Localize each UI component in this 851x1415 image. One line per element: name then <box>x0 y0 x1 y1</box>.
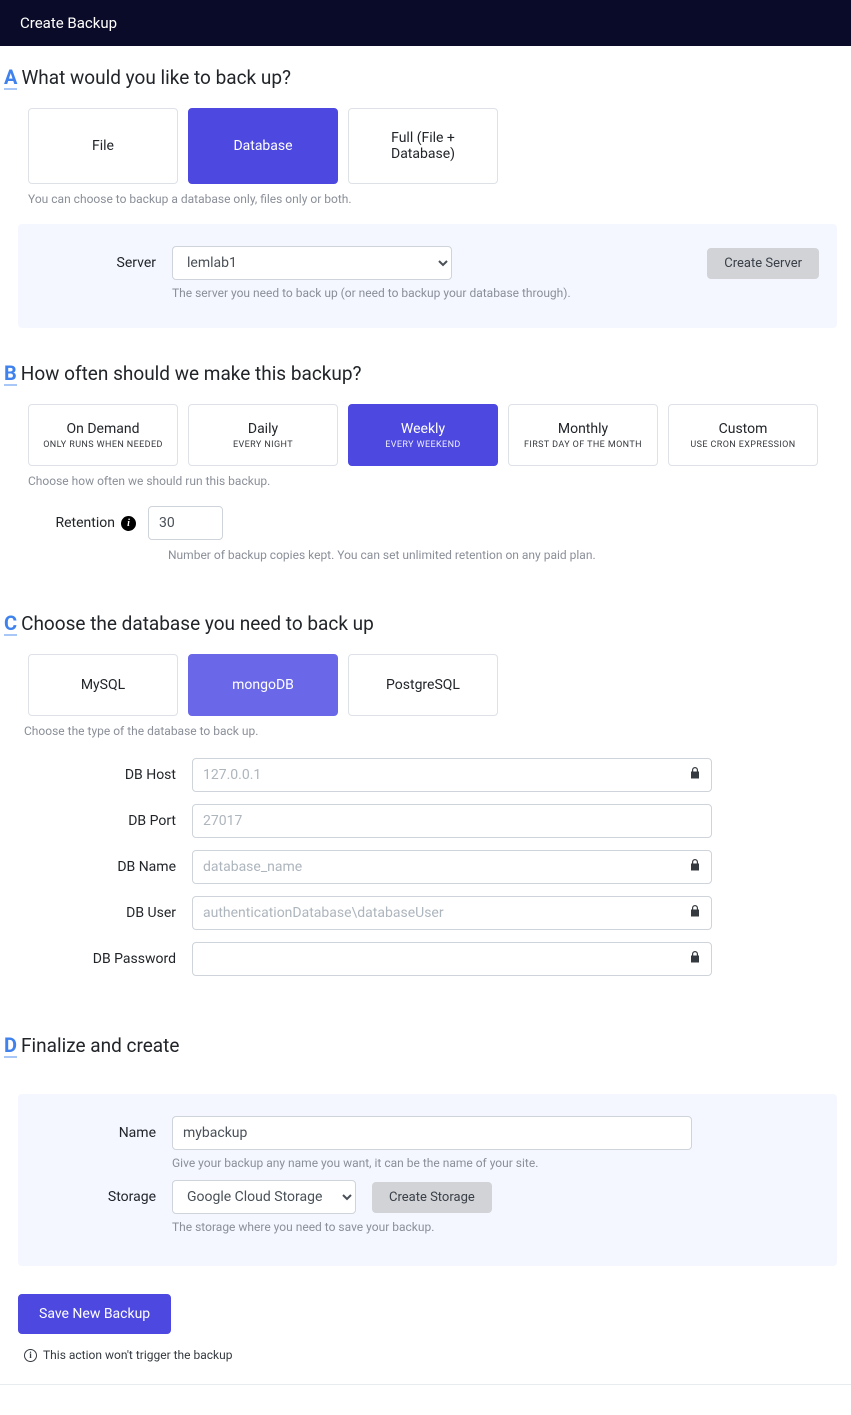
freq-custom-title: Custom <box>719 421 768 437</box>
backup-type-full[interactable]: Full (File + Database) <box>348 108 498 184</box>
retention-label: Retention <box>56 515 116 531</box>
retention-input[interactable] <box>148 506 223 540</box>
storage-select[interactable]: Google Cloud Storage <box>172 1180 356 1214</box>
server-panel: Server lemlab1 Create Server The server … <box>18 224 837 328</box>
db-postgresql[interactable]: PostgreSQL <box>348 654 498 716</box>
freq-custom-sub: USE CRON EXPRESSION <box>690 440 795 450</box>
db-user-label: DB User <box>36 905 176 921</box>
freq-daily-sub: EVERY NIGHT <box>233 440 293 450</box>
freq-weekly[interactable]: Weekly EVERY WEEKEND <box>348 404 498 466</box>
step-letter-d: D <box>4 1035 17 1058</box>
page-title: Create Backup <box>20 14 117 32</box>
db-name-input[interactable] <box>192 850 712 884</box>
server-select[interactable]: lemlab1 <box>172 246 452 280</box>
freq-daily[interactable]: Daily EVERY NIGHT <box>188 404 338 466</box>
server-label: Server <box>36 255 156 271</box>
step-letter-b: B <box>4 363 17 386</box>
backup-type-full-label: Full (File + Database) <box>359 130 487 162</box>
storage-helper: The storage where you need to save your … <box>172 1220 819 1234</box>
retention-helper: Number of backup copies kept. You can se… <box>168 548 851 562</box>
backup-type-file[interactable]: File <box>28 108 178 184</box>
backup-type-database[interactable]: Database <box>188 108 338 184</box>
server-helper: The server you need to back up (or need … <box>172 286 819 300</box>
section-b-heading: How often should we make this backup? <box>21 362 362 385</box>
section-d-title: D Finalize and create <box>0 1028 851 1076</box>
backup-type-file-label: File <box>92 138 114 154</box>
section-backup-type: A What would you like to back up? File D… <box>0 46 851 328</box>
database-helper: Choose the type of the database to back … <box>0 716 851 738</box>
db-password-label: DB Password <box>36 951 176 967</box>
db-user-input[interactable] <box>192 896 712 930</box>
backup-name-helper: Give your backup any name you want, it c… <box>172 1156 819 1170</box>
backup-name-input[interactable] <box>172 1116 692 1150</box>
section-d-heading: Finalize and create <box>21 1034 179 1057</box>
page-header: Create Backup <box>0 0 851 46</box>
create-storage-button[interactable]: Create Storage <box>372 1182 492 1213</box>
db-postgresql-label: PostgreSQL <box>386 677 460 693</box>
info-icon[interactable]: i <box>121 516 136 531</box>
db-name-label: DB Name <box>36 859 176 875</box>
section-c-heading: Choose the database you need to back up <box>21 612 374 635</box>
freq-ondemand-title: On Demand <box>67 421 140 437</box>
freq-daily-title: Daily <box>248 421 278 437</box>
db-mysql-label: MySQL <box>81 677 125 693</box>
db-port-label: DB Port <box>36 813 176 829</box>
step-letter-c: C <box>4 613 17 636</box>
finalize-panel: Name Give your backup any name you want,… <box>18 1094 837 1266</box>
db-host-label: DB Host <box>36 767 176 783</box>
db-mongodb[interactable]: mongoDB <box>188 654 338 716</box>
frequency-helper: Choose how often we should run this back… <box>0 466 851 488</box>
backup-name-label: Name <box>36 1125 156 1141</box>
freq-ondemand[interactable]: On Demand ONLY RUNS WHEN NEEDED <box>28 404 178 466</box>
section-database: C Choose the database you need to back u… <box>0 572 851 994</box>
section-frequency: B How often should we make this backup? … <box>0 328 851 562</box>
section-b-title: B How often should we make this backup? <box>0 356 851 404</box>
section-finalize: D Finalize and create Name Give your bac… <box>0 994 851 1266</box>
storage-label: Storage <box>36 1189 156 1205</box>
freq-monthly-sub: FIRST DAY OF THE MONTH <box>524 440 642 450</box>
freq-weekly-sub: EVERY WEEKEND <box>385 440 460 450</box>
save-backup-button[interactable]: Save New Backup <box>18 1294 171 1334</box>
freq-custom[interactable]: Custom USE CRON EXPRESSION <box>668 404 818 466</box>
freq-ondemand-sub: ONLY RUNS WHEN NEEDED <box>43 440 163 450</box>
freq-weekly-title: Weekly <box>401 421 445 437</box>
section-a-heading: What would you like to back up? <box>21 66 291 89</box>
db-mongodb-label: mongoDB <box>232 677 294 693</box>
backup-type-helper: You can choose to backup a database only… <box>0 184 851 206</box>
freq-monthly-title: Monthly <box>558 421 608 437</box>
freq-monthly[interactable]: Monthly FIRST DAY OF THE MONTH <box>508 404 658 466</box>
step-letter-a: A <box>4 67 17 90</box>
db-password-input[interactable] <box>192 942 712 976</box>
info-circle-icon: i <box>24 1349 37 1362</box>
section-c-title: C Choose the database you need to back u… <box>0 606 851 654</box>
db-mysql[interactable]: MySQL <box>28 654 178 716</box>
save-note: This action won't trigger the backup <box>43 1348 233 1362</box>
db-port-input[interactable] <box>192 804 712 838</box>
create-server-button[interactable]: Create Server <box>707 248 819 279</box>
db-host-input[interactable] <box>192 758 712 792</box>
section-a-title: A What would you like to back up? <box>0 60 851 108</box>
backup-type-database-label: Database <box>233 138 292 154</box>
